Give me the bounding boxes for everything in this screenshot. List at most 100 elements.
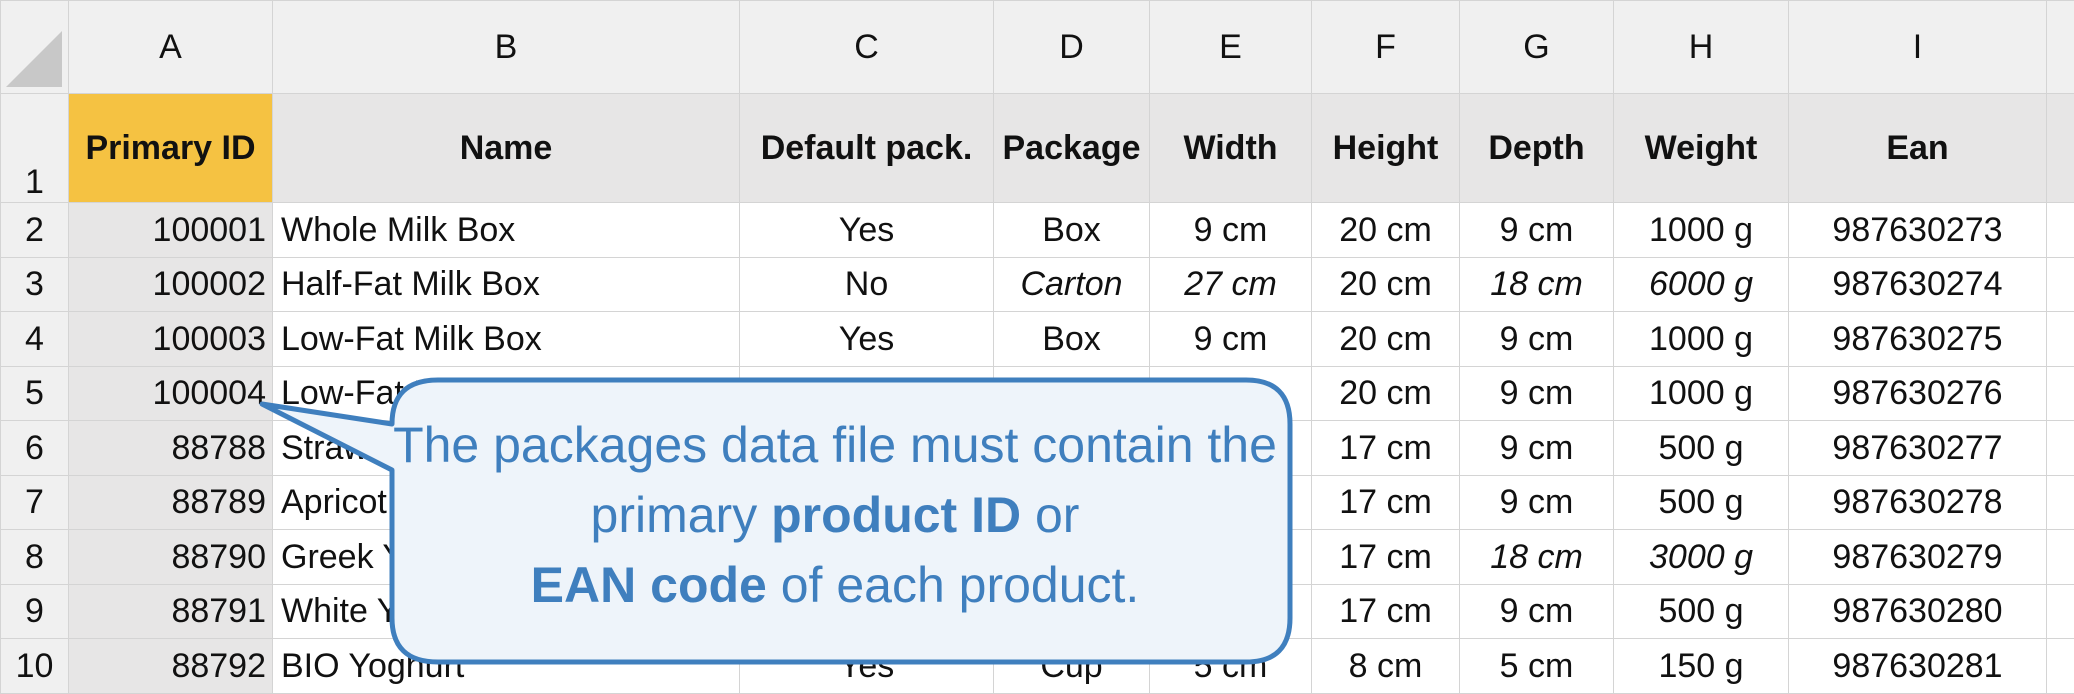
cell-package[interactable]: Box: [993, 311, 1150, 367]
cell-height[interactable]: 20 cm: [1311, 202, 1460, 258]
cell-primary-id[interactable]: 100004: [68, 365, 273, 422]
callout-bold-ean-code: EAN code: [530, 557, 767, 613]
cell-depth[interactable]: 5 cm: [1459, 638, 1614, 694]
cell-height[interactable]: 17 cm: [1311, 529, 1460, 585]
cell-ean[interactable]: 987630278: [1788, 474, 2047, 531]
row-header-6[interactable]: 6: [0, 420, 69, 476]
cell-package[interactable]: Box: [993, 202, 1150, 258]
cell-height[interactable]: 20 cm: [1311, 311, 1460, 367]
cell-weight[interactable]: 3000 g: [1613, 529, 1789, 585]
cell-weight[interactable]: 1000 g: [1613, 311, 1789, 367]
cell-primary-id[interactable]: 100001: [68, 202, 273, 258]
row-header-2[interactable]: 2: [0, 202, 69, 258]
cell-weight[interactable]: 500 g: [1613, 474, 1789, 531]
cell-primary-id[interactable]: 100003: [68, 311, 273, 367]
header-cell-package[interactable]: Package: [993, 93, 1150, 204]
row-header-10[interactable]: 10: [0, 638, 69, 694]
select-all-corner[interactable]: [0, 0, 69, 95]
cell-package[interactable]: Carton: [993, 256, 1150, 313]
cell-width[interactable]: 9 cm: [1149, 202, 1312, 258]
column-header-d[interactable]: D: [993, 0, 1150, 95]
column-header-g[interactable]: G: [1459, 0, 1614, 95]
row-header-5[interactable]: 5: [0, 365, 69, 422]
cell-primary-id[interactable]: 88792: [68, 638, 273, 694]
row-header-8[interactable]: 8: [0, 529, 69, 585]
cell-weight[interactable]: 6000 g: [1613, 256, 1789, 313]
column-header-c[interactable]: C: [739, 0, 994, 95]
cell-empty[interactable]: [2046, 311, 2074, 367]
cell-height[interactable]: 17 cm: [1311, 583, 1460, 640]
cell-empty[interactable]: [2046, 365, 2074, 422]
header-cell-ean[interactable]: Ean: [1788, 93, 2047, 204]
cell-depth[interactable]: 9 cm: [1459, 202, 1614, 258]
cell-default-pack[interactable]: No: [739, 256, 994, 313]
cell-primary-id[interactable]: 88790: [68, 529, 273, 585]
cell-depth[interactable]: 9 cm: [1459, 365, 1614, 422]
cell-width[interactable]: 27 cm: [1149, 256, 1312, 313]
cell-height[interactable]: 8 cm: [1311, 638, 1460, 694]
column-header-f[interactable]: F: [1311, 0, 1460, 95]
cell-height[interactable]: 17 cm: [1311, 474, 1460, 531]
cell-empty[interactable]: [2046, 474, 2074, 531]
row-header-3[interactable]: 3: [0, 256, 69, 313]
cell-name[interactable]: Low-Fat Milk Box: [272, 311, 740, 367]
cell-height[interactable]: 17 cm: [1311, 420, 1460, 476]
column-header-e[interactable]: E: [1149, 0, 1312, 95]
cell-empty[interactable]: [2046, 638, 2074, 694]
column-header-b[interactable]: B: [272, 0, 740, 95]
cell-primary-id[interactable]: 88791: [68, 583, 273, 640]
row-header-4[interactable]: 4: [0, 311, 69, 367]
cell-width[interactable]: 9 cm: [1149, 311, 1312, 367]
cell-default-pack[interactable]: Yes: [739, 202, 994, 258]
cell-ean[interactable]: 987630277: [1788, 420, 2047, 476]
cell-weight[interactable]: 1000 g: [1613, 202, 1789, 258]
cell-ean[interactable]: 987630280: [1788, 583, 2047, 640]
cell-height[interactable]: 20 cm: [1311, 365, 1460, 422]
cell-depth[interactable]: 9 cm: [1459, 583, 1614, 640]
header-cell-name[interactable]: Name: [272, 93, 740, 204]
header-cell-width[interactable]: Width: [1149, 93, 1312, 204]
cell-depth[interactable]: 18 cm: [1459, 256, 1614, 313]
cell-depth[interactable]: 9 cm: [1459, 420, 1614, 476]
row-header-1[interactable]: 1: [0, 93, 69, 204]
header-cell-primary-id[interactable]: Primary ID: [68, 93, 273, 204]
cell-name[interactable]: Half-Fat Milk Box: [272, 256, 740, 313]
column-header-next[interactable]: [2046, 0, 2074, 95]
callout-bold-product-id: product ID: [771, 487, 1022, 543]
column-header-i[interactable]: I: [1788, 0, 2047, 95]
header-cell-default-pack[interactable]: Default pack.: [739, 93, 994, 204]
cell-empty[interactable]: [2046, 256, 2074, 313]
cell-ean[interactable]: 987630274: [1788, 256, 2047, 313]
cell-ean[interactable]: 987630279: [1788, 529, 2047, 585]
cell-depth[interactable]: 18 cm: [1459, 529, 1614, 585]
cell-ean[interactable]: 987630273: [1788, 202, 2047, 258]
row-header-7[interactable]: 7: [0, 474, 69, 531]
header-cell-weight[interactable]: Weight: [1613, 93, 1789, 204]
cell-empty[interactable]: [2046, 583, 2074, 640]
cell-weight[interactable]: 500 g: [1613, 420, 1789, 476]
cell-ean[interactable]: 987630276: [1788, 365, 2047, 422]
cell-height[interactable]: 20 cm: [1311, 256, 1460, 313]
cell-empty[interactable]: [2046, 529, 2074, 585]
cell-default-pack[interactable]: Yes: [739, 311, 994, 367]
column-header-h[interactable]: H: [1613, 0, 1789, 95]
cell-name[interactable]: Whole Milk Box: [272, 202, 740, 258]
cell-ean[interactable]: 987630275: [1788, 311, 2047, 367]
row-header-9[interactable]: 9: [0, 583, 69, 640]
cell-depth[interactable]: 9 cm: [1459, 311, 1614, 367]
cell-primary-id[interactable]: 88788: [68, 420, 273, 476]
header-cell-depth[interactable]: Depth: [1459, 93, 1614, 204]
cell-depth[interactable]: 9 cm: [1459, 474, 1614, 531]
cell-empty[interactable]: [2046, 202, 2074, 258]
cell-weight[interactable]: 150 g: [1613, 638, 1789, 694]
cell-weight[interactable]: 1000 g: [1613, 365, 1789, 422]
cell-empty[interactable]: [2046, 420, 2074, 476]
header-cell-empty[interactable]: [2046, 93, 2074, 204]
cell-ean[interactable]: 987630281: [1788, 638, 2047, 694]
header-cell-height[interactable]: Height: [1311, 93, 1460, 204]
table-row: 3 100002 Half-Fat Milk Box No Carton 27 cm 20 …: [0, 256, 2074, 313]
column-header-a[interactable]: A: [68, 0, 273, 95]
cell-primary-id[interactable]: 100002: [68, 256, 273, 313]
cell-weight[interactable]: 500 g: [1613, 583, 1789, 640]
cell-primary-id[interactable]: 88789: [68, 474, 273, 531]
